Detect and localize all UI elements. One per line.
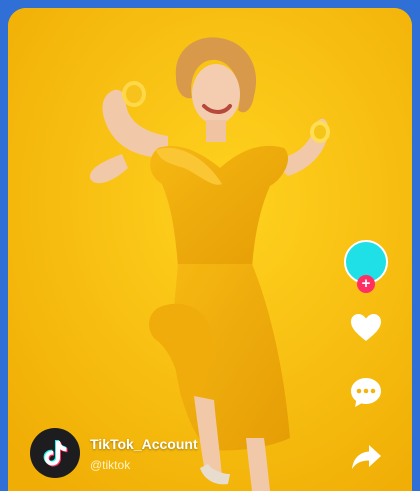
follow-button[interactable]: + [357,275,375,293]
tiktok-logo-icon [30,428,80,478]
like-button[interactable] [348,310,384,346]
creator-avatar[interactable]: + [344,240,388,293]
account-handle[interactable]: @tiktok [90,458,130,472]
video-player[interactable]: + TikTok_Account @tiktok [8,8,412,491]
comment-button[interactable] [348,374,384,410]
share-button[interactable] [348,438,384,474]
heart-icon [351,314,381,341]
share-icon [352,445,381,469]
app-frame: + TikTok_Account @tiktok [0,0,420,491]
account-name[interactable]: TikTok_Account [90,436,198,452]
comment-icon [351,378,381,407]
